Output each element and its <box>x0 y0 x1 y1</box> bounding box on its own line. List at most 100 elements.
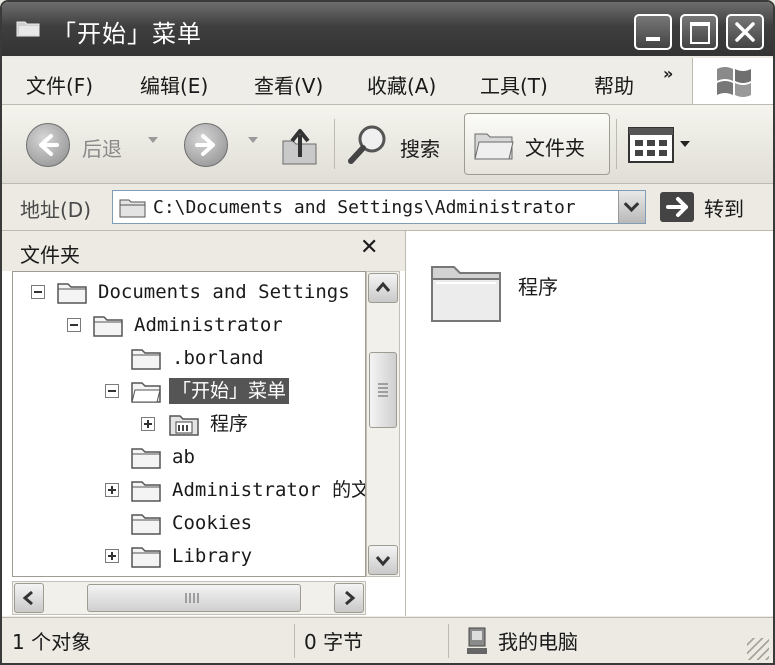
views-grid-icon <box>628 127 674 163</box>
tree-node-label: Administrator <box>134 314 283 336</box>
address-bar: 地址(D) C:\Documents and Settings\Administ… <box>2 184 773 231</box>
tree-node-label: Library <box>172 545 253 567</box>
scroll-thumb-horizontal[interactable] <box>87 584 301 612</box>
address-input[interactable]: C:\Documents and Settings\Administrator <box>112 190 646 224</box>
folders-button[interactable]: 文件夹 <box>464 113 610 175</box>
tree-horizontal-scrollbar[interactable] <box>12 581 366 615</box>
collapse-icon[interactable] <box>105 384 119 398</box>
chevron-right-icon <box>345 590 356 606</box>
menu-view[interactable]: 查看(V) <box>254 70 323 99</box>
scroll-up-button[interactable] <box>368 273 398 303</box>
folder-icon <box>57 283 87 304</box>
tree-node-administrator[interactable]: Administrator <box>13 309 365 341</box>
folder-icon <box>93 316 123 337</box>
views-button[interactable] <box>626 123 696 167</box>
expand-icon[interactable] <box>141 417 155 431</box>
windows-flag-icon <box>717 67 751 97</box>
views-dropdown-icon[interactable] <box>680 141 690 147</box>
expand-icon[interactable] <box>105 483 119 497</box>
folders-icon <box>474 133 514 160</box>
tree-node-label: 「开始」菜单 <box>169 378 290 404</box>
content-pane[interactable]: 程序 <box>406 231 773 616</box>
tree-node-label: 程序 <box>210 413 249 435</box>
search-button[interactable]: 搜索 <box>344 117 458 173</box>
folder-pane-title: 文件夹 <box>20 243 80 267</box>
search-label: 搜索 <box>400 137 440 161</box>
tree-node-cookies[interactable]: Cookies <box>13 507 365 539</box>
back-dropdown-icon[interactable] <box>148 137 158 143</box>
computer-icon <box>467 627 487 654</box>
menu-edit[interactable]: 编辑(E) <box>140 70 208 99</box>
folder-tree[interactable]: Documents and Settings Administrator .bo… <box>12 271 366 577</box>
scroll-right-button[interactable] <box>334 583 364 613</box>
address-dropdown-button[interactable] <box>618 191 645 223</box>
scroll-thumb-vertical[interactable] <box>369 352 397 428</box>
minimize-button[interactable] <box>634 14 672 50</box>
window-title: 「开始」菜单 <box>52 20 202 48</box>
back-label: 后退 <box>82 137 122 161</box>
folder-icon <box>16 21 40 37</box>
tree-node-start-menu[interactable]: 「开始」菜单 <box>13 375 365 407</box>
menu-bar: 文件(F) 编辑(E) 查看(V) 收藏(A) 工具(T) 帮助 » <box>2 58 692 105</box>
status-separator <box>294 624 295 658</box>
expand-icon[interactable] <box>105 549 119 563</box>
status-bar: 1 个对象 0 字节 我的电脑 <box>2 617 773 663</box>
toolbar-separator <box>616 119 617 169</box>
search-magnifier-icon <box>348 125 386 164</box>
menu-more-chevron[interactable]: » <box>663 64 673 83</box>
menu-favorites[interactable]: 收藏(A) <box>367 70 436 99</box>
windows-logo <box>692 58 773 105</box>
folder-icon <box>131 448 161 469</box>
back-button[interactable] <box>26 123 70 167</box>
collapse-icon[interactable] <box>67 318 81 332</box>
go-button[interactable]: 转到 <box>660 190 770 224</box>
folder-icon <box>131 547 161 568</box>
toolbar: 后退 搜索 文件夹 <box>2 105 773 184</box>
address-value: C:\Documents and Settings\Administrator <box>153 197 576 218</box>
menu-tools[interactable]: 工具(T) <box>480 70 548 99</box>
tree-node-label: Documents and Settings <box>98 281 350 303</box>
tree-node-administrator-documents[interactable]: Administrator 的文 <box>13 474 366 506</box>
close-icon <box>735 22 755 42</box>
close-button[interactable] <box>726 14 764 50</box>
forward-dropdown-icon[interactable] <box>248 137 258 143</box>
explorer-window: 「开始」菜单 文件(F) 编辑(E) 查看(V) 收藏(A) 工具(T) 帮助 … <box>0 0 775 665</box>
back-arrow-icon <box>39 134 59 156</box>
go-label: 转到 <box>704 197 744 221</box>
tree-node-label: Cookies <box>172 512 253 534</box>
title-bar[interactable]: 「开始」菜单 <box>2 2 773 56</box>
large-folder-icon <box>431 266 501 322</box>
forward-button[interactable] <box>184 123 228 167</box>
chevron-down-icon <box>375 556 391 567</box>
grip-lines-icon <box>378 383 388 397</box>
resize-grip[interactable] <box>747 638 769 660</box>
menu-help[interactable]: 帮助 <box>594 70 634 99</box>
tree-vertical-scrollbar[interactable] <box>366 271 400 577</box>
tree-node-ab[interactable]: ab <box>13 441 365 473</box>
folder-icon <box>131 514 161 535</box>
tree-node-label: Administrator 的文 <box>172 479 366 501</box>
folders-label: 文件夹 <box>525 136 585 160</box>
address-label: 地址(D) <box>20 198 92 222</box>
tree-node-label: ab <box>172 446 195 468</box>
tree-node-borland[interactable]: .borland <box>13 342 365 374</box>
tree-node-programs[interactable]: 程序 <box>13 408 365 440</box>
tree-node-library[interactable]: Library <box>13 540 365 572</box>
up-folder-icon[interactable] <box>280 121 320 167</box>
forward-arrow-icon <box>195 134 215 156</box>
maximize-button[interactable] <box>680 14 718 50</box>
menu-file[interactable]: 文件(F) <box>26 70 93 99</box>
chevron-up-icon <box>375 281 391 292</box>
tree-node-documents-and-settings[interactable]: Documents and Settings <box>13 276 365 308</box>
folder-icon <box>131 349 161 370</box>
collapse-icon[interactable] <box>31 285 45 299</box>
status-size: 0 字节 <box>304 630 364 654</box>
content-item-label: 程序 <box>518 275 558 299</box>
status-separator <box>448 624 449 658</box>
scroll-left-button[interactable] <box>14 583 44 613</box>
folder-icon <box>119 199 146 218</box>
folder-pane-close-button[interactable]: ✕ <box>360 235 378 260</box>
status-location: 我的电脑 <box>498 630 578 654</box>
scroll-down-button[interactable] <box>368 545 398 575</box>
content-item-programs[interactable]: 程序 <box>406 231 606 341</box>
